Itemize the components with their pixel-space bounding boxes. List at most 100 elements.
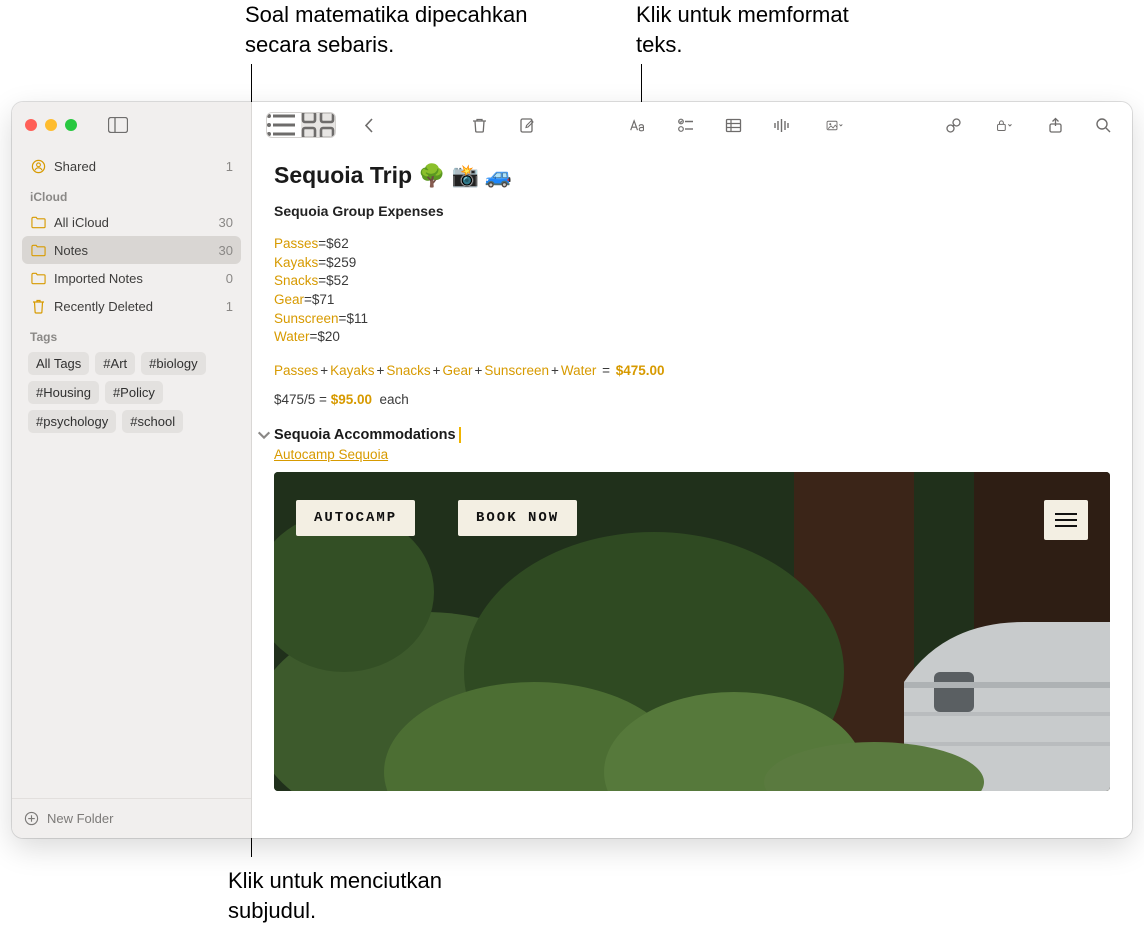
per-result: $95.00 (331, 392, 372, 407)
sum-var: Gear (443, 363, 473, 378)
tag-item[interactable]: All Tags (28, 352, 89, 375)
sidebar-section-tags: Tags (22, 320, 241, 348)
sum-var: Water (561, 363, 597, 378)
sidebar-item-imported[interactable]: Imported Notes 0 (22, 264, 241, 292)
note-title-text: Sequoia Trip (274, 162, 412, 189)
sidebar-item-all-icloud[interactable]: All iCloud 30 (22, 208, 241, 236)
minimize-button[interactable] (45, 119, 57, 131)
search-button[interactable] (1088, 111, 1118, 139)
expense-row: Gear=$71 (274, 291, 1110, 310)
subheading-text: Sequoia Accommodations (274, 427, 456, 443)
callout-collapse: Klik untuk menciutkan subjudul. (228, 866, 528, 925)
format-button[interactable] (622, 111, 652, 139)
hamburger-icon[interactable] (1044, 500, 1088, 540)
sidebar-item-label: Shared (54, 159, 218, 174)
tag-item[interactable]: #Art (95, 352, 135, 375)
sum-var: Passes (274, 363, 318, 378)
preview-brand: AUTOCAMP (296, 500, 415, 536)
sidebar-item-label: Notes (54, 243, 211, 258)
titlebar (12, 102, 251, 148)
sum-expression: Passes+Kayaks+Snacks+Gear+Sunscreen+Wate… (274, 363, 1110, 378)
sidebar-item-deleted[interactable]: Recently Deleted 1 (22, 292, 241, 320)
sidebar: Shared 1 iCloud All iCloud 30 Notes 30 I… (12, 102, 252, 838)
expense-name: Gear (274, 291, 304, 310)
sidebar-item-shared[interactable]: Shared 1 (22, 152, 241, 180)
new-note-button[interactable] (512, 111, 542, 139)
plus-circle-icon (24, 811, 39, 826)
tag-item[interactable]: #psychology (28, 410, 116, 433)
expense-value: $71 (312, 291, 335, 310)
sidebar-toggle-button[interactable] (104, 114, 132, 136)
zoom-button[interactable] (65, 119, 77, 131)
callout-format: Klik untuk memformat teks. (636, 0, 856, 59)
folder-icon (30, 244, 46, 257)
per-prefix: $475/5 (274, 392, 315, 407)
expense-name: Sunscreen (274, 310, 339, 329)
expense-row: Snacks=$52 (274, 272, 1110, 291)
back-button[interactable] (354, 111, 384, 139)
note-body[interactable]: Sequoia Trip 🌳 📸 🚙 Sequoia Group Expense… (252, 148, 1132, 838)
sum-var: Kayaks (330, 363, 374, 378)
share-button[interactable] (1040, 111, 1070, 139)
close-button[interactable] (25, 119, 37, 131)
tag-item[interactable]: #school (122, 410, 183, 433)
delete-button[interactable] (464, 111, 494, 139)
lock-button[interactable] (986, 111, 1022, 139)
toolbar (252, 102, 1132, 148)
main-panel: Sequoia Trip 🌳 📸 🚙 Sequoia Group Expense… (252, 102, 1132, 838)
sidebar-item-label: All iCloud (54, 215, 211, 230)
sum-var: Sunscreen (484, 363, 549, 378)
expenses-list: Passes=$62 Kayaks=$259 Snacks=$52 Gear=$… (274, 235, 1110, 347)
expense-value: $20 (317, 328, 340, 347)
autocamp-link[interactable]: Autocamp Sequoia (274, 447, 388, 462)
note-title: Sequoia Trip 🌳 📸 🚙 (274, 162, 1110, 189)
list-view-button[interactable] (267, 113, 301, 137)
text-cursor (459, 427, 461, 443)
sidebar-item-notes[interactable]: Notes 30 (22, 236, 241, 264)
preview-cta[interactable]: BOOK NOW (458, 500, 577, 536)
shared-icon (30, 159, 46, 174)
expense-row: Water=$20 (274, 328, 1110, 347)
audio-button[interactable] (766, 111, 796, 139)
expense-value: $52 (326, 272, 349, 291)
sidebar-item-label: Imported Notes (54, 271, 218, 286)
expense-name: Water (274, 328, 310, 347)
app-window: Shared 1 iCloud All iCloud 30 Notes 30 I… (12, 102, 1132, 838)
expense-value: $11 (346, 310, 368, 329)
tags-list: All Tags #Art #biology #Housing #Policy … (22, 348, 241, 437)
new-folder-button[interactable]: New Folder (12, 798, 251, 838)
expense-name: Kayaks (274, 254, 318, 273)
expense-name: Passes (274, 235, 318, 254)
callout-math: Soal matematika dipecahkan secara sebari… (245, 0, 575, 59)
folder-icon (30, 272, 46, 285)
expense-value: $259 (326, 254, 356, 273)
new-folder-label: New Folder (47, 811, 113, 826)
rich-link-preview[interactable]: AUTOCAMP BOOK NOW (274, 472, 1110, 791)
table-button[interactable] (718, 111, 748, 139)
chevron-down-icon[interactable] (256, 427, 272, 443)
sum-result: $475.00 (616, 363, 665, 378)
note-subtitle: Sequoia Group Expenses (274, 203, 1110, 219)
folder-icon (30, 216, 46, 229)
sidebar-item-count: 1 (226, 299, 233, 314)
collapsible-subheading[interactable]: Sequoia Accommodations (256, 427, 1110, 443)
sidebar-item-count: 30 (219, 215, 233, 230)
camera-emoji: 📸 (451, 163, 478, 189)
per-person-line: $475/5 = $95.00 each (274, 392, 1110, 407)
sidebar-section-icloud: iCloud (22, 180, 241, 208)
media-button[interactable] (814, 111, 854, 139)
tag-item[interactable]: #Policy (105, 381, 163, 404)
tag-item[interactable]: #Housing (28, 381, 99, 404)
tag-item[interactable]: #biology (141, 352, 205, 375)
expense-row: Passes=$62 (274, 235, 1110, 254)
expense-row: Kayaks=$259 (274, 254, 1110, 273)
link-button[interactable] (938, 111, 968, 139)
expense-row: Sunscreen=$11 (274, 310, 1110, 329)
sidebar-content: Shared 1 iCloud All iCloud 30 Notes 30 I… (12, 148, 251, 798)
checklist-button[interactable] (670, 111, 700, 139)
sidebar-item-count: 1 (226, 159, 233, 174)
sidebar-item-label: Recently Deleted (54, 299, 218, 314)
gallery-view-button[interactable] (301, 113, 335, 137)
sum-var: Snacks (386, 363, 430, 378)
sidebar-item-count: 30 (219, 243, 233, 258)
